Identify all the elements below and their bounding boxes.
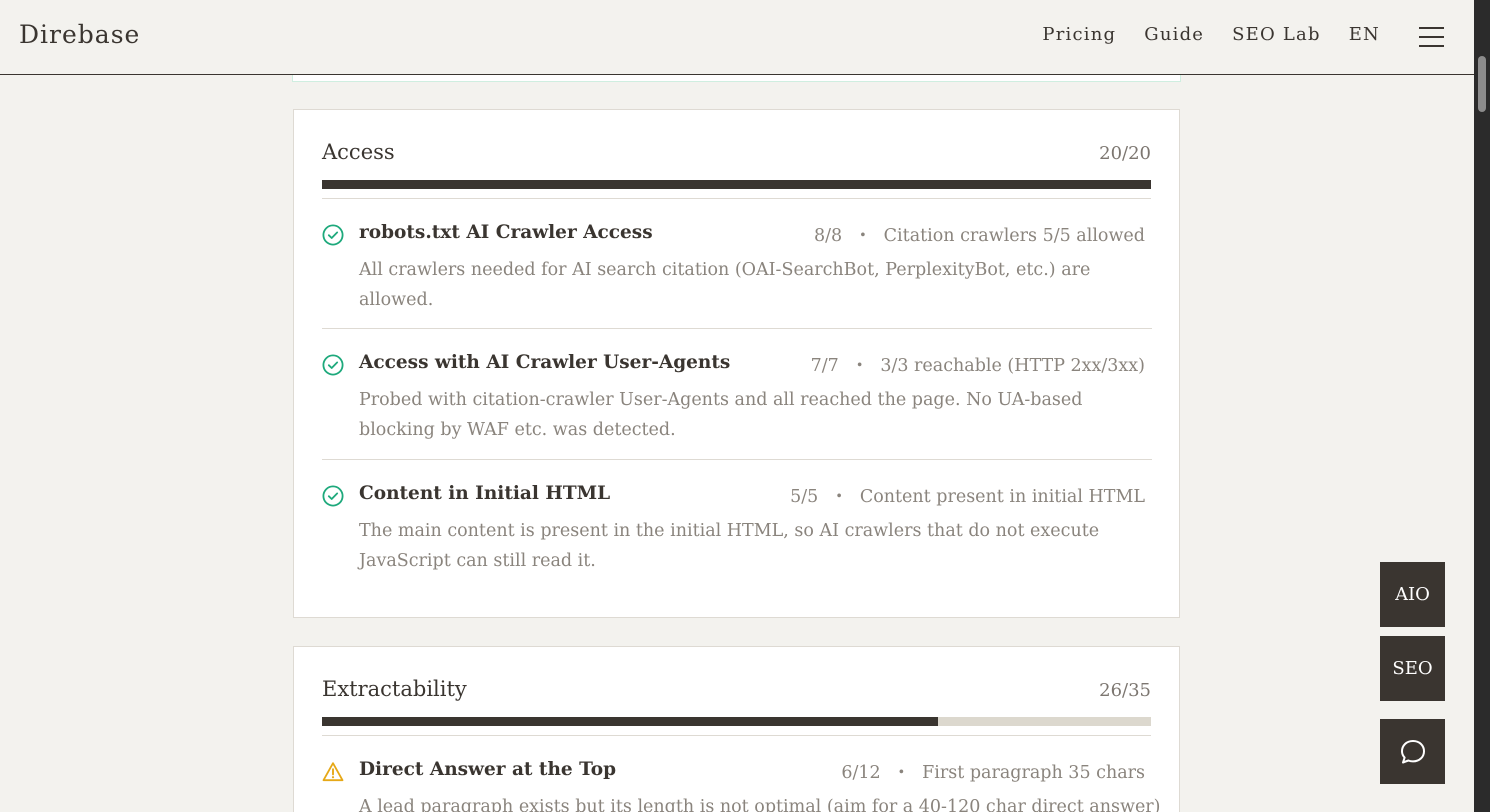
site-logo[interactable]: Direbase (19, 20, 140, 49)
section-title: Extractability (322, 677, 467, 701)
section-score: 26/35 (1099, 680, 1151, 701)
nav-link-seo-lab[interactable]: SEO Lab (1232, 24, 1321, 45)
warning-triangle-icon (322, 762, 344, 782)
section-card-access: Access 20/20 robots.txt AI Crawler Acces… (293, 109, 1180, 618)
check-circle-icon (322, 224, 344, 246)
check-description: All crawlers needed for AI search citati… (359, 260, 1091, 310)
check-summary: 3/3 reachable (HTTP 2xx/3xx) (880, 356, 1145, 376)
hamburger-menu-icon[interactable] (1419, 27, 1444, 47)
chat-button[interactable] (1380, 719, 1445, 784)
check-points: 6/12 (841, 763, 881, 783)
check-circle-icon (322, 485, 344, 507)
section-card-extractability: Extractability 26/35 Direct Answer at th… (293, 646, 1180, 812)
check-name: robots.txt AI Crawler Access (359, 222, 653, 243)
separator-dot: ・ (892, 763, 911, 783)
nav-link-guide[interactable]: Guide (1144, 24, 1204, 45)
progress-bar-fill (322, 180, 1151, 189)
check-points: 5/5 (790, 487, 819, 507)
page-scrollbar[interactable] (1474, 0, 1490, 812)
check-summary: Citation crawlers 5/5 allowed (883, 226, 1145, 246)
divider (322, 198, 1151, 199)
check-summary: Content present in initial HTML (859, 487, 1145, 507)
check-description: Probed with citation-crawler User-Agents… (359, 390, 1083, 440)
progress-bar-fill (322, 717, 938, 726)
check-name: Direct Answer at the Top (359, 759, 617, 780)
aio-button[interactable]: AIO (1380, 562, 1445, 627)
section-progress-bar (322, 717, 1151, 726)
section-score: 20/20 (1099, 143, 1151, 164)
chat-bubble-icon (1400, 739, 1425, 763)
check-meta: 7/7 ・ 3/3 reachable (HTTP 2xx/3xx) (811, 352, 1145, 377)
section-header: Extractability 26/35 (322, 677, 1151, 701)
check-meta: 8/8 ・ Citation crawlers 5/5 allowed (814, 222, 1145, 247)
check-meta: 6/12 ・ First paragraph 35 chars (841, 759, 1145, 784)
section-title: Access (322, 140, 395, 164)
separator-dot: ・ (830, 487, 848, 507)
check-summary: First paragraph 35 chars (922, 763, 1145, 783)
scrollbar-thumb[interactable] (1478, 56, 1486, 112)
check-meta: 5/5 ・ Content present in initial HTML (790, 483, 1145, 508)
check-name: Access with AI Crawler User-Agents (359, 352, 731, 373)
section-progress-bar (322, 180, 1151, 189)
nav-link-pricing[interactable]: Pricing (1042, 24, 1116, 45)
section-header: Access 20/20 (322, 140, 1151, 164)
check-circle-icon (322, 354, 344, 376)
language-switch[interactable]: EN (1349, 24, 1380, 45)
divider (322, 328, 1152, 329)
main-nav: Pricing Guide SEO Lab EN (1014, 24, 1380, 45)
divider (322, 459, 1152, 460)
separator-dot: ・ (854, 226, 872, 246)
seo-button[interactable]: SEO (1380, 636, 1445, 701)
check-points: 8/8 (814, 226, 843, 246)
previous-card-bottom-edge (292, 74, 1181, 82)
separator-dot: ・ (850, 356, 869, 376)
check-points: 7/7 (810, 356, 839, 376)
check-description: A lead paragraph exists but its length i… (359, 797, 1161, 812)
divider (322, 735, 1151, 736)
check-name: Content in Initial HTML (359, 483, 611, 504)
check-description: The main content is present in the initi… (359, 521, 1100, 571)
top-nav-bar: Direbase Pricing Guide SEO Lab EN (0, 0, 1474, 75)
